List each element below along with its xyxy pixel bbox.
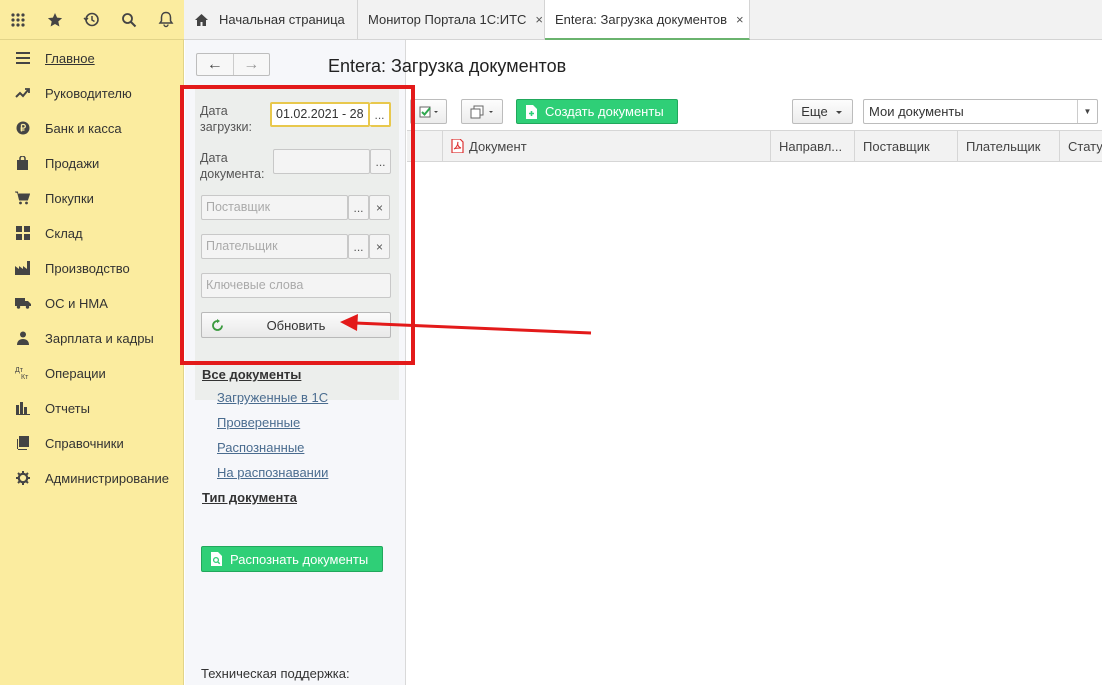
link-checked[interactable]: Проверенные bbox=[217, 415, 300, 430]
annotation-highlight-box bbox=[180, 85, 415, 365]
sidebar-item-bank[interactable]: Банк и касса bbox=[0, 113, 184, 143]
sidebar-item-administration[interactable]: Администрирование bbox=[0, 463, 184, 493]
books-icon bbox=[0, 436, 45, 450]
mark-dropdown-button[interactable] bbox=[410, 99, 447, 124]
group-doc-type[interactable]: Тип документа bbox=[202, 490, 297, 505]
sidebar-item-label: Покупки bbox=[45, 190, 94, 206]
sidebar-item-label: ОС и НМА bbox=[45, 295, 108, 311]
tab-entera-upload[interactable]: Entera: Загрузка документов × bbox=[545, 0, 750, 40]
sidebar-item-label: Администрирование bbox=[45, 470, 169, 486]
pdf-icon bbox=[451, 139, 464, 153]
ruble-coin-icon bbox=[0, 121, 45, 135]
grid-header: Документ Направл... Поставщик Плательщик… bbox=[407, 130, 1102, 162]
column-status[interactable]: Стату bbox=[1059, 131, 1102, 161]
column-payer-label: Плательщик bbox=[966, 138, 1041, 154]
cart-icon bbox=[0, 191, 45, 205]
sidebar-item-label: Главное bbox=[45, 50, 95, 66]
nav-buttons: ← → bbox=[196, 53, 270, 76]
truck-icon bbox=[0, 297, 45, 309]
create-documents-label: Создать документы bbox=[545, 104, 664, 119]
menu-lines-icon bbox=[0, 52, 45, 64]
top-icon-bar bbox=[0, 0, 184, 40]
column-supplier-label: Поставщик bbox=[863, 138, 930, 154]
forward-arrow-icon[interactable]: → bbox=[234, 54, 270, 75]
sections-sidebar: Главное Руководителю Банк и касса Продаж… bbox=[0, 40, 184, 685]
checkbox-icon bbox=[419, 106, 438, 117]
sidebar-item-reports[interactable]: Отчеты bbox=[0, 393, 184, 423]
tab-its-monitor[interactable]: Монитор Портала 1С:ИТС × bbox=[358, 0, 545, 39]
sidebar-item-label: Склад bbox=[45, 225, 83, 241]
gear-icon bbox=[0, 471, 45, 485]
sidebar-item-fixed-assets[interactable]: ОС и НМА bbox=[0, 288, 184, 318]
svg-text:Кт: Кт bbox=[21, 374, 29, 380]
recognize-documents-button[interactable]: Распознать документы bbox=[201, 546, 383, 572]
sidebar-item-label: Производство bbox=[45, 260, 130, 276]
sidebar-item-label: Отчеты bbox=[45, 400, 90, 416]
link-loaded-1c[interactable]: Загруженные в 1С bbox=[217, 390, 328, 405]
chevron-down-icon[interactable]: ▼ bbox=[1077, 100, 1097, 123]
column-supplier[interactable]: Поставщик bbox=[854, 131, 958, 161]
shopping-bag-icon bbox=[0, 156, 45, 170]
back-arrow-icon[interactable]: ← bbox=[197, 54, 234, 75]
sidebar-item-label: Банк и касса bbox=[45, 120, 122, 136]
app-window: Начальная страница Монитор Портала 1С:ИТ… bbox=[0, 0, 1102, 685]
sidebar-item-salary[interactable]: Зарплата и кадры bbox=[0, 323, 184, 353]
tab-bar: Начальная страница Монитор Портала 1С:ИТ… bbox=[184, 0, 1102, 40]
document-scan-icon bbox=[202, 552, 230, 566]
sidebar-item-purchases[interactable]: Покупки bbox=[0, 183, 184, 213]
apps-grid-icon[interactable] bbox=[0, 0, 37, 40]
trend-chart-icon bbox=[0, 87, 45, 99]
sidebar-item-operations[interactable]: Дт Кт Операции bbox=[0, 358, 184, 388]
link-recognizing[interactable]: На распознавании bbox=[217, 465, 328, 480]
support-label: Техническая поддержка: bbox=[201, 666, 350, 681]
view-select[interactable]: Мои документы ▼ bbox=[863, 99, 1098, 124]
recognize-documents-label: Распознать документы bbox=[230, 551, 369, 567]
sidebar-item-production[interactable]: Производство bbox=[0, 253, 184, 283]
tab-entera-upload-label: Entera: Загрузка документов bbox=[555, 11, 728, 27]
add-document-icon bbox=[517, 104, 545, 119]
sidebar-item-warehouse[interactable]: Склад bbox=[0, 218, 184, 248]
svg-text:Дт: Дт bbox=[15, 367, 24, 374]
column-document[interactable]: Документ bbox=[442, 131, 775, 161]
sidebar-item-catalogs[interactable]: Справочники bbox=[0, 428, 184, 458]
link-recognized[interactable]: Распознанные bbox=[217, 440, 304, 455]
group-all-documents[interactable]: Все документы bbox=[202, 367, 301, 382]
favorites-star-icon[interactable] bbox=[37, 0, 74, 40]
search-icon[interactable] bbox=[110, 0, 147, 40]
sidebar-item-label: Руководителю bbox=[45, 85, 132, 101]
home-icon bbox=[195, 13, 208, 26]
close-icon[interactable]: × bbox=[736, 12, 744, 27]
close-icon[interactable]: × bbox=[535, 12, 543, 27]
column-payer[interactable]: Плательщик bbox=[957, 131, 1060, 161]
column-document-label: Документ bbox=[469, 138, 527, 154]
sidebar-item-label: Продажи bbox=[45, 155, 100, 171]
copy-icon bbox=[470, 105, 493, 118]
tab-its-monitor-label: Монитор Портала 1С:ИТС bbox=[368, 12, 527, 27]
tab-home-label: Начальная страница bbox=[219, 12, 345, 27]
create-documents-button[interactable]: Создать документы bbox=[516, 99, 678, 124]
chevron-down-icon bbox=[835, 110, 842, 114]
sidebar-item-label: Зарплата и кадры bbox=[45, 330, 154, 346]
factory-icon bbox=[0, 261, 45, 275]
sidebar-item-label: Операции bbox=[45, 365, 106, 381]
more-button-label: Еще bbox=[801, 104, 828, 119]
sidebar-item-main[interactable]: Главное bbox=[0, 43, 184, 73]
notifications-bell-icon[interactable] bbox=[147, 0, 184, 40]
tab-home[interactable]: Начальная страница bbox=[184, 0, 358, 39]
person-icon bbox=[0, 331, 45, 345]
copy-dropdown-button[interactable] bbox=[461, 99, 503, 124]
bar-chart-icon bbox=[0, 401, 45, 415]
page-title: Entera: Загрузка документов bbox=[328, 56, 567, 76]
history-icon[interactable] bbox=[74, 0, 111, 40]
column-status-label: Стату bbox=[1068, 138, 1102, 154]
sidebar-item-sales[interactable]: Продажи bbox=[0, 148, 184, 178]
view-select-value: Мои документы bbox=[869, 104, 964, 119]
sidebar-item-manager[interactable]: Руководителю bbox=[0, 78, 184, 108]
warehouse-grid-icon bbox=[0, 226, 45, 240]
sidebar-item-label: Справочники bbox=[45, 435, 124, 451]
column-direction[interactable]: Направл... bbox=[770, 131, 855, 161]
column-direction-label: Направл... bbox=[779, 138, 843, 154]
more-button[interactable]: Еще bbox=[792, 99, 853, 124]
dt-kt-icon: Дт Кт bbox=[0, 366, 45, 380]
